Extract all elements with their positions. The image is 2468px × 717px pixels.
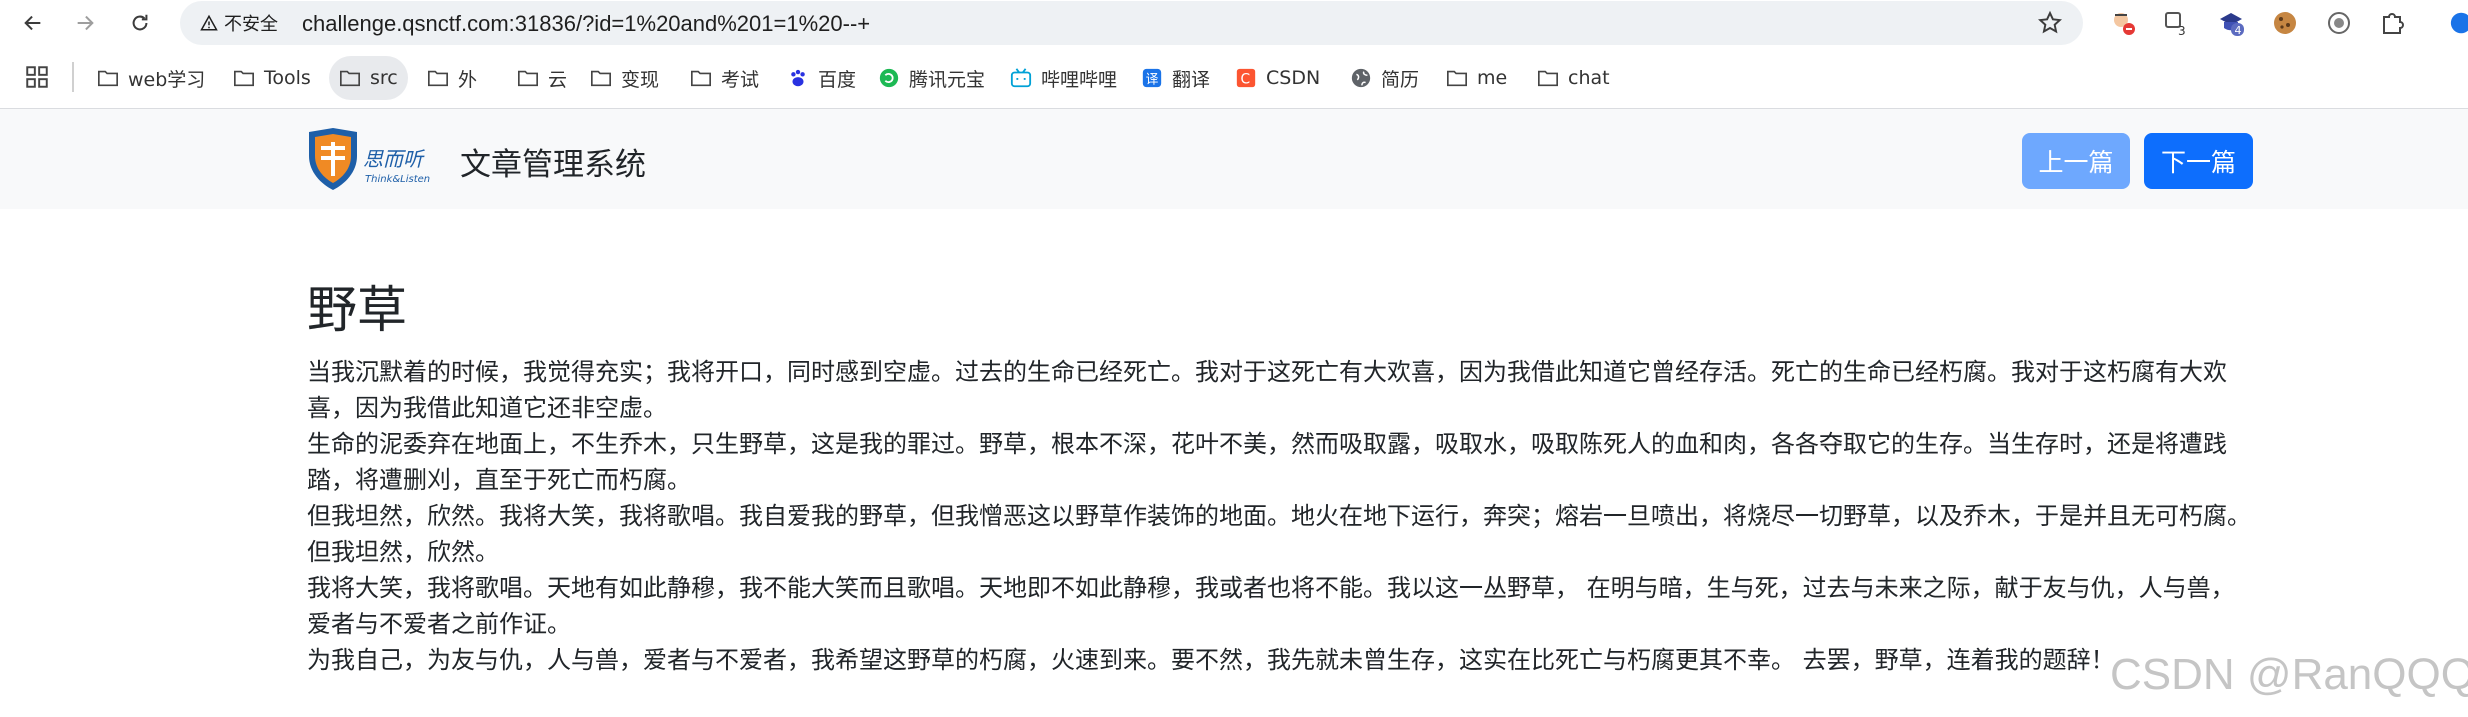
bookmark-label: web学习 xyxy=(128,68,206,91)
cookie-icon[interactable] xyxy=(2270,8,2300,38)
bookmark-label: me xyxy=(1477,67,1508,89)
svg-text:C: C xyxy=(1241,72,1251,88)
folder-icon xyxy=(1447,70,1467,87)
bookmark-label: 翻译 xyxy=(1172,68,1211,91)
reload-icon xyxy=(132,14,148,31)
bookmark-baidu[interactable]: 百度 xyxy=(777,56,866,100)
folder-icon xyxy=(340,70,360,87)
bookmark-label: 云 xyxy=(548,68,568,91)
article-paragraph: 但我坦然，欣然。 xyxy=(307,538,499,566)
article: 野草 当我沉默着的时候，我觉得充实；我将开口，同时感到空虚。过去的生命已经死亡。… xyxy=(307,282,2257,678)
extension-2-icon[interactable]: 3 xyxy=(2161,8,2191,38)
bookmark-folder[interactable]: Tools xyxy=(223,56,321,100)
bookmark-label: 哔哩哔哩 xyxy=(1041,68,1118,91)
extension-3-icon[interactable]: 4 xyxy=(2216,8,2246,38)
url-text[interactable]: challenge.qsnctf.com:31836/?id=1%20and%2… xyxy=(302,11,870,37)
translate-icon: 译 xyxy=(1142,68,1162,88)
next-article-button[interactable]: 下一篇 xyxy=(2144,133,2253,189)
article-paragraph: 但我坦然，欣然。我将大笑，我将歌唱。我自爱我的野草，但我憎恶这以野草作装饰的地面… xyxy=(307,502,2251,530)
article-title: 野草 xyxy=(307,281,407,339)
warning-icon xyxy=(200,14,218,31)
bookmark-translate[interactable]: 译翻译 xyxy=(1131,56,1220,100)
logo-text: 思而听 xyxy=(363,147,426,171)
folder-icon xyxy=(428,70,448,87)
site-title[interactable]: 文章管理系统 xyxy=(460,139,646,184)
bookmark-csdn[interactable]: C CSDN xyxy=(1225,56,1330,100)
address-bar[interactable]: 不安全 challenge.qsnctf.com:31836/?id=1%20a… xyxy=(180,1,2083,45)
security-label: 不安全 xyxy=(224,14,278,35)
article-paragraph: 当我沉默着的时候，我觉得充实；我将开口，同时感到空虚。过去的生命已经死亡。我对于… xyxy=(307,358,2227,422)
previous-article-button[interactable]: 上一篇 xyxy=(2022,133,2130,189)
folder-icon xyxy=(1538,70,1558,87)
bookmark-folder[interactable]: 变现 xyxy=(580,56,669,100)
bookmark-label: chat xyxy=(1568,67,1610,89)
article-paragraph: 我将大笑，我将歌唱。天地有如此静穆，我不能大笑而且歌唱。天地即不如此静穆，我或者… xyxy=(307,574,2235,638)
bookmark-label: 简历 xyxy=(1381,68,1420,91)
profile-avatar[interactable] xyxy=(2444,8,2468,38)
bookmark-star-icon[interactable] xyxy=(2037,10,2063,36)
bookmark-label: 外 xyxy=(458,68,478,91)
bookmarks-bar: web学习 Tools src 外 云 变现 考试 百度 腾讯元宝 哔哩哔哩 译… xyxy=(0,56,2468,102)
bookmark-folder[interactable]: web学习 xyxy=(87,56,215,100)
bookmark-label: CSDN xyxy=(1266,67,1321,89)
extension-3-badge: 4 xyxy=(2235,24,2242,37)
bookmark-resume[interactable]: 简历 xyxy=(1340,56,1429,100)
site-logo[interactable]: 思而听 Think&Listen xyxy=(305,126,445,192)
bookmark-label: Tools xyxy=(264,67,311,89)
bookmark-label: 考试 xyxy=(721,68,760,91)
site-navbar: 思而听 Think&Listen 文章管理系统 上一篇 下一篇 xyxy=(0,109,2468,209)
baidu-paw-icon xyxy=(791,69,805,87)
back-button[interactable] xyxy=(17,7,49,39)
bookmark-folder[interactable]: 外 xyxy=(417,56,487,100)
back-arrow-icon xyxy=(24,15,41,31)
bookmark-folder[interactable]: 云 xyxy=(507,56,577,100)
bookmark-folder[interactable]: me xyxy=(1436,56,1517,100)
forward-button[interactable] xyxy=(69,7,101,39)
bookmark-bilibili[interactable]: 哔哩哔哩 xyxy=(1000,56,1127,100)
folder-icon xyxy=(234,70,254,87)
article-paragraph: 生命的泥委弃在地面上，不生乔木，只生野草，这是我的罪过。野草，根本不深，花叶不美… xyxy=(307,430,2227,494)
puzzle-icon[interactable] xyxy=(2377,8,2407,38)
bilibili-tv-icon xyxy=(1010,68,1032,88)
bookmark-folder[interactable]: src xyxy=(329,56,408,100)
reload-button[interactable] xyxy=(124,7,156,39)
bookmark-folder[interactable]: chat xyxy=(1527,56,1620,100)
forward-arrow-icon xyxy=(77,15,94,31)
extension-2-badge: 3 xyxy=(2178,24,2186,37)
logo-subtext: Think&Listen xyxy=(365,174,430,185)
extension-5-icon[interactable] xyxy=(2324,8,2354,38)
bookmark-yuanbao[interactable]: 腾讯元宝 xyxy=(868,56,995,100)
yuanbao-icon xyxy=(879,68,899,88)
article-paragraph: 为我自己，为友与仇，人与兽，爱者与不爱者，我希望这野草的朽腐，火速到来。要不然，… xyxy=(307,646,2115,674)
bookmark-label: 变现 xyxy=(621,68,660,91)
csdn-icon: C xyxy=(1236,68,1256,88)
folder-icon xyxy=(591,70,611,87)
csdn-watermark: CSDN @RanQQQ xyxy=(2110,650,2468,699)
folder-icon xyxy=(518,70,538,87)
extension-1-icon[interactable] xyxy=(2108,8,2138,38)
security-chip[interactable]: 不安全 xyxy=(194,10,288,36)
browser-toolbar: 不安全 challenge.qsnctf.com:31836/?id=1%20a… xyxy=(0,0,2468,46)
bookmark-label: 腾讯元宝 xyxy=(909,68,986,91)
bookmark-folder[interactable]: 考试 xyxy=(680,56,769,100)
bookmark-label: src xyxy=(370,67,398,89)
folder-icon xyxy=(691,70,711,87)
bookmark-label: 百度 xyxy=(818,68,857,91)
folder-icon xyxy=(98,70,118,87)
svg-text:译: 译 xyxy=(1146,73,1159,88)
globe-icon xyxy=(1351,68,1371,88)
